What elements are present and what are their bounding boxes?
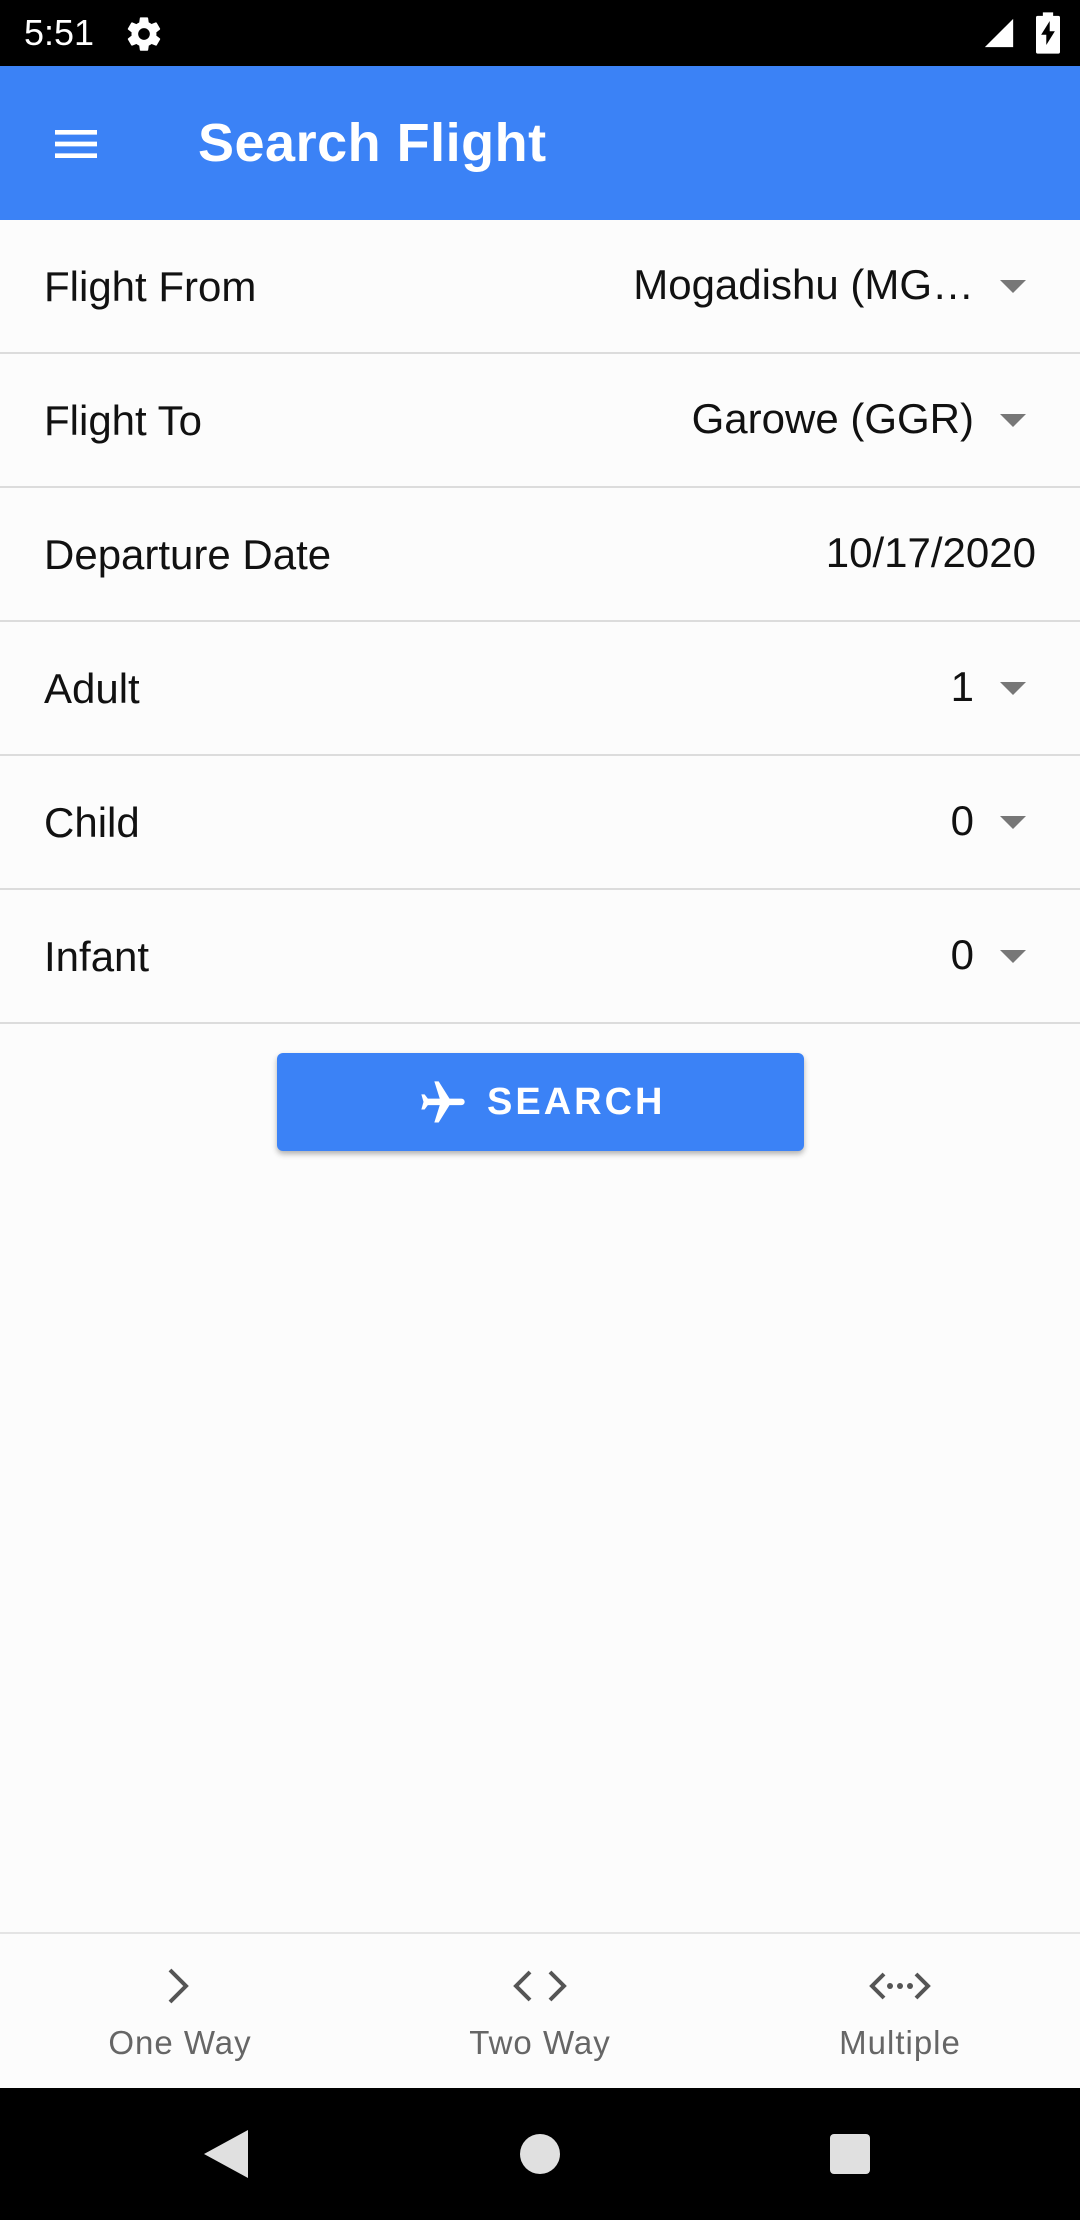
dropdown-arrow-icon[interactable] — [1000, 682, 1026, 695]
nav-multiple-label: Multiple — [839, 2024, 961, 2061]
flight-to-label: Flight To — [44, 397, 202, 444]
departure-date-field[interactable]: 10/17/2020 — [826, 488, 1036, 622]
departure-date-label: Departure Date — [44, 531, 332, 578]
airplane-icon — [421, 1081, 465, 1123]
search-button-label: SEARCH — [487, 1081, 666, 1123]
flight-to-row[interactable]: Flight To Garowe (GGR) — [0, 354, 1080, 488]
dropdown-arrow-icon[interactable] — [1000, 950, 1026, 963]
departure-date-row[interactable]: Departure Date 10/17/2020 — [0, 488, 1080, 622]
infant-row[interactable]: Infant 0 — [0, 890, 1080, 1024]
nav-two-way-label: Two Way — [469, 2024, 611, 2061]
adult-label: Adult — [44, 665, 140, 712]
page-title: Search Flight — [198, 113, 547, 173]
nav-one-way[interactable]: One Way — [0, 1934, 360, 2088]
flight-from-label: Flight From — [44, 263, 257, 310]
status-time: 5:51 — [24, 12, 95, 53]
menu-icon[interactable] — [48, 116, 104, 172]
code-icon — [513, 1970, 567, 2002]
status-bar: 5:51 — [0, 0, 1080, 66]
nav-two-way[interactable]: Two Way — [360, 1934, 720, 2088]
battery-charging-icon — [1036, 12, 1060, 54]
settings-ethernet-icon — [869, 1972, 931, 2000]
dropdown-arrow-icon[interactable] — [1000, 816, 1026, 829]
infant-label: Infant — [44, 933, 150, 980]
flight-from-select[interactable]: Mogadishu (MG… — [633, 220, 974, 354]
home-icon[interactable] — [520, 2134, 560, 2174]
nav-multiple[interactable]: Multiple — [720, 1934, 1080, 2088]
bottom-navigation: One Way Two Way Multiple — [0, 1932, 1080, 2088]
adult-row[interactable]: Adult 1 — [0, 622, 1080, 756]
back-icon[interactable] — [204, 2130, 248, 2178]
child-label: Child — [44, 799, 140, 846]
adult-select[interactable]: 1 — [951, 622, 974, 756]
recents-icon[interactable] — [830, 2134, 870, 2174]
chevron-right-icon — [168, 1968, 189, 2004]
flight-from-row[interactable]: Flight From Mogadishu (MG… — [0, 220, 1080, 354]
flight-to-select[interactable]: Garowe (GGR) — [692, 354, 974, 488]
app-bar: Search Flight — [0, 66, 1080, 220]
child-row[interactable]: Child 0 — [0, 756, 1080, 890]
system-navigation-bar — [0, 2088, 1080, 2220]
cell-signal-icon — [984, 18, 1014, 48]
search-button[interactable]: SEARCH — [277, 1053, 804, 1151]
dropdown-arrow-icon[interactable] — [1000, 280, 1026, 293]
child-select[interactable]: 0 — [951, 756, 974, 890]
nav-one-way-label: One Way — [108, 2024, 252, 2061]
infant-select[interactable]: 0 — [951, 890, 974, 1024]
dropdown-arrow-icon[interactable] — [1000, 414, 1026, 427]
gear-icon — [127, 17, 161, 51]
